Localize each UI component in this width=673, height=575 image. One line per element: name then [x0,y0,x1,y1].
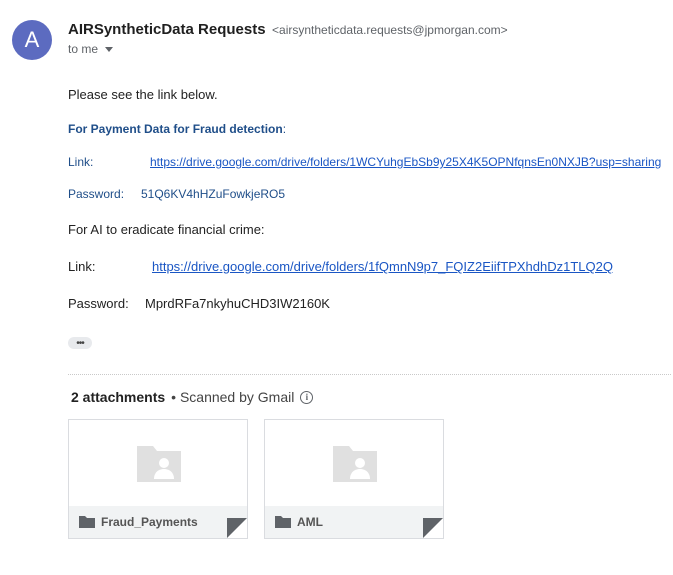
section2-link-label: Link: [68,259,96,274]
recipient-line[interactable]: to me [68,42,114,56]
section1-drive-link[interactable]: https://drive.google.com/drive/folders/1… [150,155,661,169]
folder-icon [275,516,291,528]
recipient-label: to me [68,42,99,56]
sender-email: <airsyntheticdata.requests@jpmorgan.com> [272,23,508,37]
attachment-name: AML [297,515,323,529]
section1-heading-suffix: : [282,122,287,136]
sender-line: AIRSyntheticData Requests <airsyntheticd… [68,21,508,39]
page-fold-icon [227,518,247,538]
sender-name[interactable]: AIRSyntheticData Requests [68,21,266,38]
attachment-preview [265,420,443,506]
section1-link-label: Link: [68,155,94,169]
section2-drive-link[interactable]: https://drive.google.com/drive/folders/1… [152,259,613,274]
scanned-by-gmail-label: • Scanned by Gmail [171,389,295,405]
attachments-count: 2 attachments [71,389,166,405]
attachment-name: Fraud_Payments [101,515,198,529]
section1-password-label: Password: [68,187,125,201]
intro-text: Please see the link below. [68,87,218,102]
folder-icon [79,516,95,528]
section2-password-label: Password: [68,296,129,311]
sender-avatar[interactable]: A [12,20,52,60]
attachments-divider [68,374,671,375]
section2-password-value: MprdRFa7nkyhuCHD3IW2160K [145,296,330,311]
page-fold-icon [423,518,443,538]
section1-password-value: 51Q6KV4hHZuFowkjeRO5 [141,187,286,201]
attachment-card-fraud-payments[interactable]: Fraud_Payments [68,419,248,539]
chevron-down-icon[interactable] [105,46,114,52]
section1-heading: For Payment Data for Fraud detection: [68,122,286,136]
attachment-preview [69,420,247,506]
attachments-header: 2 attachments • Scanned by Gmail i [71,389,314,405]
shared-folder-placeholder-icon [333,446,377,482]
show-trimmed-content-button[interactable]: ••• [68,337,92,349]
attachment-card-aml[interactable]: AML [264,419,444,539]
section2-heading: For AI to eradicate financial crime: [68,222,265,237]
shared-folder-placeholder-icon [137,446,181,482]
avatar-letter: A [24,27,40,52]
info-icon[interactable]: i [300,390,314,404]
section1-heading-text: For Payment Data for Fraud detection [68,122,283,136]
